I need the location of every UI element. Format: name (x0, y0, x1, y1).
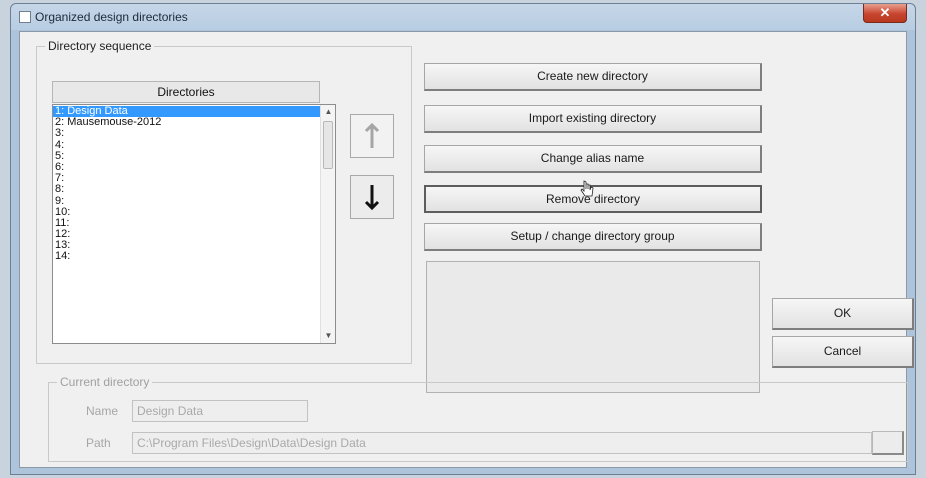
move-down-button[interactable] (350, 175, 394, 219)
list-item[interactable]: 5: (53, 150, 321, 162)
dialog-window: Organized design directories ✕ Directory… (10, 3, 916, 475)
mouse-cursor-icon (580, 180, 594, 197)
list-item[interactable]: 7: (53, 172, 321, 184)
list-item[interactable]: 12: (53, 228, 321, 240)
path-field[interactable]: C:\Program Files\Design\Data\Design Data (132, 432, 872, 454)
name-field[interactable]: Design Data (132, 400, 308, 422)
close-icon: ✕ (879, 5, 891, 20)
scroll-thumb[interactable] (323, 121, 333, 169)
import-existing-directory-button[interactable]: Import existing directory (424, 105, 762, 133)
arrow-up-icon (364, 122, 380, 148)
setup-directory-group-button[interactable]: Setup / change directory group (424, 223, 762, 251)
list-item[interactable]: 11: (53, 217, 321, 229)
list-item[interactable]: 8: (53, 184, 321, 195)
list-item[interactable]: 2: Mausemouse-2012 (53, 116, 321, 128)
scroll-up-icon[interactable]: ▲ (321, 105, 335, 119)
browse-path-button[interactable] (872, 431, 904, 455)
list-item[interactable]: 14: (53, 251, 321, 262)
move-up-button[interactable] (350, 114, 394, 158)
current-directory-label: Current directory (57, 375, 153, 389)
ok-button[interactable]: OK (772, 298, 914, 330)
directory-sequence-label: Directory sequence (45, 39, 155, 53)
list-item[interactable]: 4: (53, 139, 321, 151)
list-item[interactable]: 10: (53, 206, 321, 218)
directory-info-panel (426, 261, 760, 393)
path-field-label: Path (86, 436, 111, 450)
title-bar[interactable]: Organized design directories ✕ (11, 4, 915, 30)
list-item[interactable]: 3: (53, 128, 321, 139)
directories-column-header: Directories (52, 81, 320, 103)
list-item[interactable]: 13: (53, 240, 321, 251)
create-new-directory-button[interactable]: Create new directory (424, 63, 762, 91)
change-alias-name-button[interactable]: Change alias name (424, 145, 762, 173)
directories-list: 1: Design Data 2: Mausemouse-2012 3: 4: 5: 6:… (53, 105, 321, 263)
cancel-button[interactable]: Cancel (772, 336, 914, 368)
scroll-down-icon[interactable]: ▼ (321, 329, 335, 343)
arrow-down-icon (364, 185, 380, 211)
close-button[interactable]: ✕ (863, 4, 907, 23)
name-field-label: Name (86, 404, 119, 418)
list-scrollbar[interactable]: ▲ ▼ (320, 105, 335, 343)
app-icon (19, 11, 31, 23)
list-item[interactable]: 9: (53, 195, 321, 207)
directories-listbox[interactable]: 1: Design Data 2: Mausemouse-2012 3: 4: 5: 6:… (52, 104, 336, 344)
dialog-client-area: Directory sequence Directories 1: Design… (19, 31, 914, 468)
list-item[interactable]: 6: (53, 161, 321, 173)
window-title: Organized design directories (35, 10, 188, 24)
